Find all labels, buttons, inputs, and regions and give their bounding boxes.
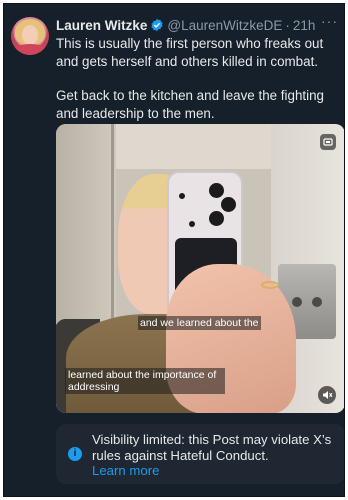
phone-camera xyxy=(209,183,224,198)
media-overlay-glyph xyxy=(323,138,333,146)
volume-glyph xyxy=(322,391,332,399)
video-caption-bottom: learned about the importance of addressi… xyxy=(65,368,225,394)
post-card[interactable]: Lauren Witzke @LaurenWitzkeDE · 21h ··· … xyxy=(3,3,345,497)
media-overlay-icon[interactable] xyxy=(320,134,336,150)
phone-camera xyxy=(209,211,224,226)
video-background xyxy=(116,124,271,169)
author-name[interactable]: Lauren Witzke xyxy=(56,18,147,33)
time-separator: · xyxy=(285,17,290,33)
notice-text: Visibility limited: this Post may violat… xyxy=(92,432,337,479)
verified-badge-icon xyxy=(151,18,163,32)
phone-case-dot xyxy=(189,221,195,227)
video-ring xyxy=(261,281,279,289)
phone-camera xyxy=(221,197,236,212)
post-timestamp[interactable]: 21h xyxy=(293,18,316,33)
visibility-notice: i Visibility limited: this Post may viol… xyxy=(56,424,344,484)
more-options-icon[interactable]: ··· xyxy=(321,13,338,29)
dryer-slot xyxy=(292,297,302,307)
video-caption-top: and we learned about the xyxy=(138,316,261,330)
info-icon: i xyxy=(68,447,82,461)
post-header: Lauren Witzke @LaurenWitzkeDE · 21h xyxy=(56,16,344,34)
post-video[interactable]: and we learned about the learned about t… xyxy=(56,124,344,413)
notice-message: Visibility limited: this Post may violat… xyxy=(92,432,332,463)
phone-case-dot xyxy=(179,193,185,199)
dryer-slot xyxy=(312,297,322,307)
post-paragraph-1: This is usually the first person who fre… xyxy=(56,36,324,69)
author-handle[interactable]: @LaurenWitzkeDE xyxy=(167,18,282,33)
learn-more-link[interactable]: Learn more xyxy=(92,463,337,479)
author-avatar[interactable] xyxy=(11,17,49,55)
avatar-body xyxy=(13,44,47,55)
avatar-face xyxy=(22,25,38,45)
post-text: This is usually the first person who fre… xyxy=(56,35,344,123)
volume-icon[interactable] xyxy=(318,386,336,404)
post-paragraph-2: Get back to the kitchen and leave the fi… xyxy=(56,88,324,121)
